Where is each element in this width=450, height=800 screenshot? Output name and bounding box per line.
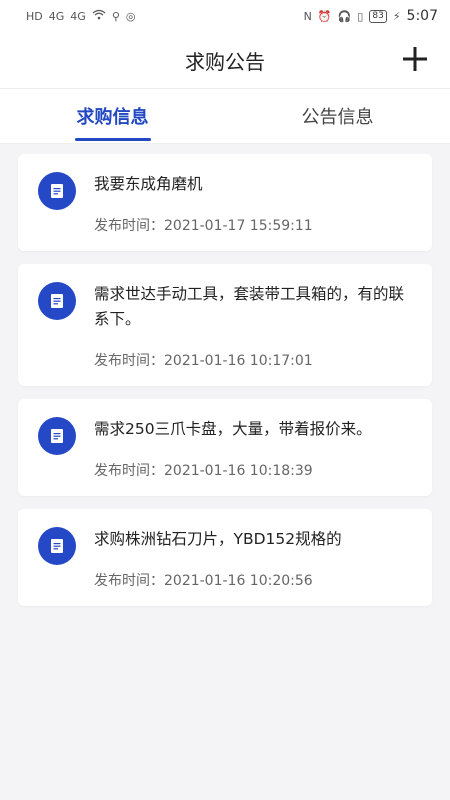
post-body: 需求250三爪卡盘，大量，带着报价来。 发布时间：2021-01-16 10:1… — [94, 417, 416, 480]
list-item[interactable]: 求购株洲钻石刀片，YBD152规格的 发布时间：2021-01-16 10:20… — [18, 509, 432, 606]
plus-icon — [403, 47, 427, 71]
alarm-icon: ⏰ — [317, 9, 332, 23]
post-text: 需求250三爪卡盘，大量，带着报价来。 — [94, 420, 372, 438]
post-time: 发布时间：2021-01-17 15:59:11 — [94, 215, 416, 235]
vibrate-icon: ▯ — [357, 9, 364, 23]
post-time-value: 2021-01-16 10:18:39 — [164, 463, 313, 479]
post-time-label: 发布时间： — [94, 463, 164, 479]
post-time: 发布时间：2021-01-16 10:17:01 — [94, 350, 416, 370]
tab-announcement-info[interactable]: 公告信息 — [225, 89, 450, 143]
tab-bar: 求购信息 公告信息 — [0, 89, 450, 144]
active-tab-indicator — [74, 138, 151, 141]
tab-announcement-info-label: 公告信息 — [301, 107, 374, 128]
status-time: 5:07 — [406, 8, 438, 24]
document-icon — [38, 282, 76, 320]
battery-indicator: 83 — [369, 9, 387, 23]
hd-indicator: HD — [26, 9, 43, 23]
nav-bar: 求购公告 — [0, 32, 450, 89]
nfc-icon: N — [303, 9, 312, 23]
post-body: 求购株洲钻石刀片，YBD152规格的 发布时间：2021-01-16 10:20… — [94, 527, 416, 590]
usb-icon: ⚲ — [111, 9, 120, 23]
post-time-value: 2021-01-16 10:17:01 — [164, 353, 313, 369]
list-item[interactable]: 需求世达手动工具，套装带工具箱的，有的联系下。 发布时间：2021-01-16 … — [18, 264, 432, 386]
post-time-label: 发布时间： — [94, 573, 164, 589]
post-time-label: 发布时间： — [94, 218, 164, 234]
status-right: N ⏰ 🎧 ▯ 83 ⚡ 5:07 — [304, 8, 438, 24]
post-list: 我要东成角磨机 发布时间：2021-01-17 15:59:11 需求世达手动工… — [0, 144, 450, 606]
document-icon — [38, 172, 76, 210]
page-title: 求购公告 — [185, 49, 265, 74]
document-icon — [38, 527, 76, 565]
post-body: 需求世达手动工具，套装带工具箱的，有的联系下。 发布时间：2021-01-16 … — [94, 282, 416, 370]
wifi-icon — [92, 9, 106, 23]
post-time-label: 发布时间： — [94, 353, 164, 369]
post-time: 发布时间：2021-01-16 10:18:39 — [94, 460, 416, 480]
status-left: HD 4G 4G ⚲ ◎ — [26, 9, 135, 23]
headphones-icon: 🎧 — [337, 9, 352, 23]
wechat-icon: ◎ — [125, 9, 136, 23]
tab-purchase-info-label: 求购信息 — [76, 107, 149, 128]
document-icon — [38, 417, 76, 455]
status-bar: HD 4G 4G ⚲ ◎ N ⏰ 🎧 ▯ 83 ⚡ 5:07 — [0, 0, 450, 32]
charging-icon: ⚡ — [392, 9, 401, 23]
post-time-value: 2021-01-16 10:20:56 — [164, 573, 313, 589]
add-button[interactable] — [398, 42, 432, 76]
post-text: 需求世达手动工具，套装带工具箱的，有的联系下。 — [94, 285, 405, 328]
post-body: 我要东成角磨机 发布时间：2021-01-17 15:59:11 — [94, 172, 416, 235]
network-4g-indicator: 4G — [48, 9, 65, 23]
post-time-value: 2021-01-17 15:59:11 — [164, 218, 313, 234]
network-4g-indicator-2: 4G — [70, 9, 86, 23]
post-text: 我要东成角磨机 — [94, 175, 203, 193]
post-time: 发布时间：2021-01-16 10:20:56 — [94, 570, 416, 590]
list-item[interactable]: 我要东成角磨机 发布时间：2021-01-17 15:59:11 — [18, 154, 432, 251]
list-item[interactable]: 需求250三爪卡盘，大量，带着报价来。 发布时间：2021-01-16 10:1… — [18, 399, 432, 496]
post-text: 求购株洲钻石刀片，YBD152规格的 — [94, 530, 342, 548]
tab-purchase-info[interactable]: 求购信息 — [0, 89, 225, 143]
